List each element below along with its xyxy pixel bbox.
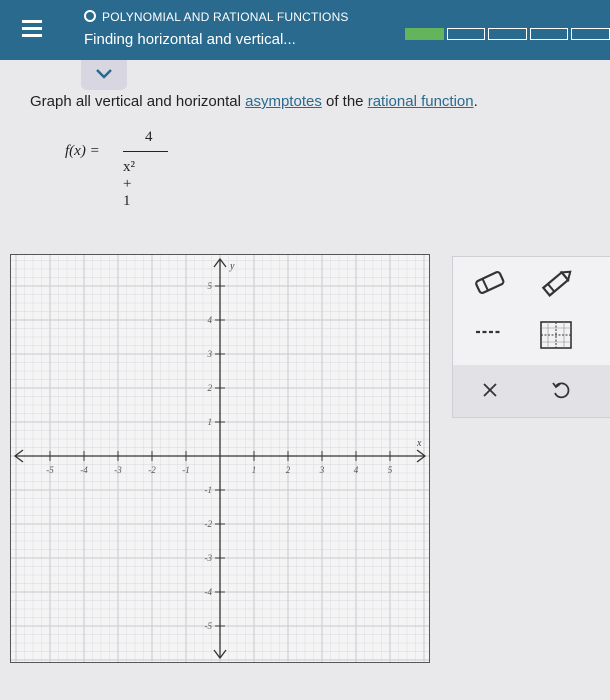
menu-icon[interactable] <box>22 18 46 42</box>
question-middle: of the <box>321 93 368 110</box>
x-tick-label: -1 <box>182 465 190 475</box>
y-tick-label: -2 <box>205 519 213 529</box>
graphing-toolbox <box>452 256 610 418</box>
y-tick-label: -3 <box>205 553 213 563</box>
y-tick-label: 2 <box>208 383 213 393</box>
topic-label: POLYNOMIAL AND RATIONAL FUNCTIONS <box>84 10 349 24</box>
question-prefix: Graph all vertical and horizontal <box>30 93 246 110</box>
eraser-icon[interactable] <box>473 269 507 297</box>
page-title: Finding horizontal and vertical... <box>84 31 296 48</box>
y-tick-label: 5 <box>208 281 213 291</box>
progress-segment <box>571 28 610 40</box>
y-tick-label: 1 <box>208 417 213 427</box>
y-axis-label: y <box>229 261 235 272</box>
toolbox-actions <box>453 365 610 417</box>
dashed-line-icon[interactable] <box>475 329 503 335</box>
x-tick-label: -5 <box>46 465 54 475</box>
x-tick-label: 2 <box>286 465 291 475</box>
y-tick-label: 4 <box>208 315 213 325</box>
y-tick-label: 3 <box>207 349 213 359</box>
y-tick-label: -1 <box>205 485 213 495</box>
x-tick-label: -2 <box>148 465 156 475</box>
progress-bar <box>405 28 610 40</box>
formula-denominator: x² + 1 <box>123 159 135 209</box>
progress-segment <box>488 28 527 40</box>
rational-function-link[interactable]: rational function <box>368 93 474 110</box>
y-tick-label: -4 <box>205 587 213 597</box>
question-suffix: . <box>473 93 478 110</box>
topic-circle-icon <box>84 10 96 22</box>
clear-icon[interactable] <box>483 383 497 397</box>
progress-segment <box>405 28 444 40</box>
undo-icon[interactable] <box>551 380 571 400</box>
formula-numerator: 4 <box>145 129 153 145</box>
progress-segment <box>446 28 486 40</box>
fraction-bar <box>123 151 168 152</box>
coordinate-plane[interactable]: -5 -4 -3 -2 -1 1 2 3 4 5 5 4 3 2 1 -1 -2 -3 -4 -5 x y <box>11 255 429 662</box>
collapse-toggle-button[interactable] <box>81 60 127 90</box>
formula-lhs: f(x) = <box>65 143 100 159</box>
graph-canvas[interactable]: -5 -4 -3 -2 -1 1 2 3 4 5 5 4 3 2 1 -1 -2 -3 -4 -5 x y <box>10 254 430 663</box>
x-tick-label: 4 <box>354 465 359 475</box>
asymptote-grid-icon[interactable] <box>540 321 572 349</box>
progress-segment <box>529 28 569 40</box>
header-bar: POLYNOMIAL AND RATIONAL FUNCTIONS Findin… <box>0 0 610 60</box>
x-tick-label: 3 <box>319 465 325 475</box>
x-tick-label: 1 <box>252 465 257 475</box>
x-tick-label: -4 <box>80 465 88 475</box>
pencil-icon[interactable] <box>541 267 575 297</box>
y-tick-label: -5 <box>205 621 213 631</box>
x-axis-label: x <box>416 438 422 449</box>
topic-text: POLYNOMIAL AND RATIONAL FUNCTIONS <box>102 10 349 24</box>
question-text: Graph all vertical and horizontal asympt… <box>30 93 478 110</box>
x-tick-label: -3 <box>114 465 122 475</box>
chevron-down-icon <box>96 69 112 79</box>
x-tick-label: 5 <box>388 465 393 475</box>
asymptotes-link[interactable]: asymptotes <box>245 93 322 110</box>
